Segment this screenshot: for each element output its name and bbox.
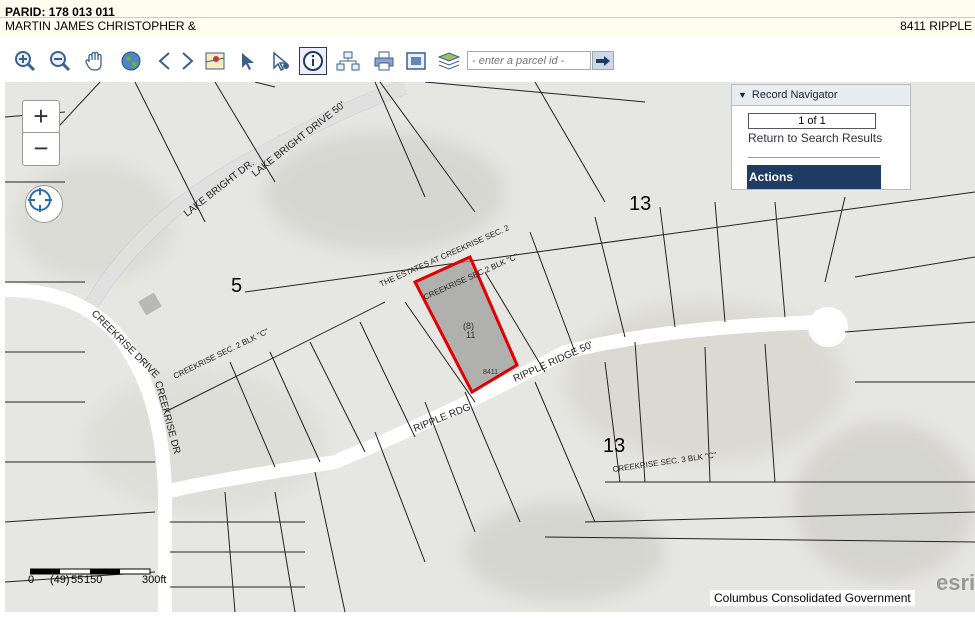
- block-number: 13: [629, 193, 651, 215]
- zoom-out-icon[interactable]: [47, 48, 73, 74]
- parcel-id: PARID: 178 013 011: [5, 5, 115, 19]
- esri-logo: esri: [936, 570, 975, 595]
- locate-button[interactable]: [25, 185, 63, 223]
- block-number: 5: [231, 275, 242, 297]
- parcel-search-input[interactable]: [467, 51, 591, 70]
- return-to-search-link[interactable]: Return to Search Results: [748, 131, 882, 145]
- pan-hand-icon[interactable]: [82, 48, 108, 74]
- collapse-triangle-icon: ▼: [738, 90, 747, 100]
- hierarchy-icon[interactable]: [335, 48, 361, 74]
- record-navigator-header[interactable]: ▼ Record Navigator: [732, 85, 910, 106]
- divider: [748, 157, 880, 158]
- map-overview-icon[interactable]: [202, 48, 228, 74]
- parcel-house-number: 8411: [483, 369, 498, 376]
- block-number: 13: [603, 435, 625, 457]
- header-divider: [0, 17, 975, 18]
- print-icon[interactable]: [371, 48, 397, 74]
- info-icon[interactable]: [299, 47, 327, 75]
- scale-label: (49): [50, 574, 70, 586]
- actions-button[interactable]: Actions: [747, 165, 881, 189]
- select-arrow-icon[interactable]: [236, 48, 262, 74]
- zoom-in-button[interactable]: +: [23, 101, 59, 132]
- fullscreen-icon[interactable]: [403, 48, 429, 74]
- parcel-address: 8411 RIPPLE: [900, 19, 972, 33]
- owner-name: MARTIN JAMES CHRISTOPHER &: [5, 19, 196, 33]
- scale-bar: 0 (49) 55 150 300ft: [28, 567, 166, 586]
- zoom-control: + −: [22, 100, 60, 166]
- map-attribution: Columbus Consolidated Government: [710, 590, 915, 606]
- parcel-header: PARID: 178 013 011 MARTIN JAMES CHRISTOP…: [0, 0, 975, 36]
- scale-label: 300ft: [142, 574, 167, 586]
- record-navigator: ▼ Record Navigator 1 of 1 Return to Sear…: [731, 84, 911, 190]
- scale-label: 55: [71, 574, 84, 586]
- search-go-button[interactable]: [592, 51, 614, 70]
- scale-label: 150: [84, 574, 103, 586]
- crosshair-icon: [28, 188, 52, 212]
- record-navigator-title: Record Navigator: [751, 89, 838, 101]
- layers-icon[interactable]: [436, 48, 462, 74]
- parcel-lot: 11: [466, 330, 475, 340]
- zoom-out-button[interactable]: −: [23, 132, 59, 164]
- select-point-icon[interactable]: [268, 48, 294, 74]
- forward-arrow-icon[interactable]: [174, 48, 200, 74]
- arrow-right-icon: [596, 55, 610, 66]
- scale-label: 0: [28, 574, 35, 586]
- globe-icon[interactable]: [118, 48, 144, 74]
- zoom-in-icon[interactable]: [12, 48, 38, 74]
- record-counter: 1 of 1: [748, 113, 876, 129]
